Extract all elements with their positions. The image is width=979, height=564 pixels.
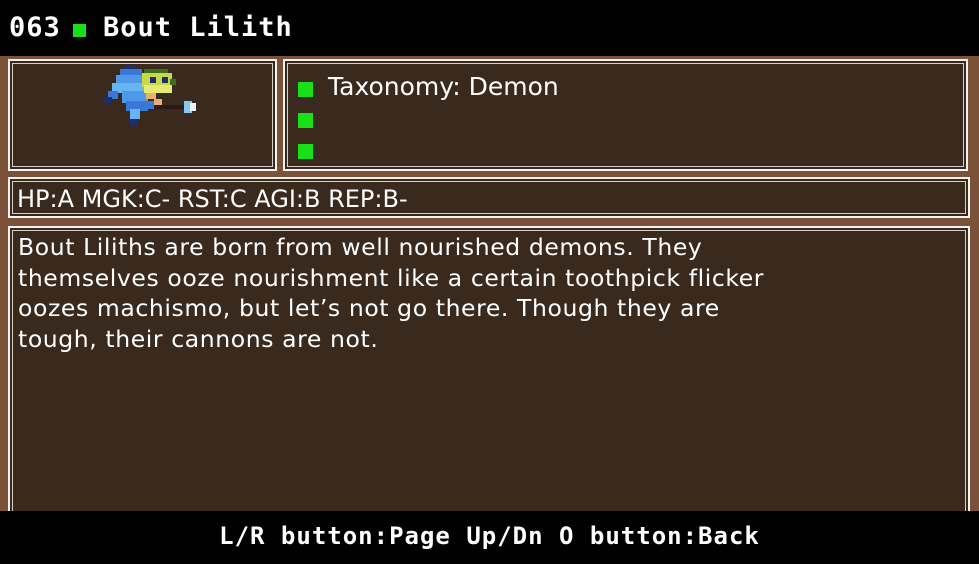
title-bar: 063 Bout Lilith [0, 0, 979, 56]
taxonomy-label: Taxonomy: Demon [328, 72, 559, 101]
sprite-panel [8, 59, 277, 171]
description-line: tough, their cannons are not. [18, 324, 379, 353]
bullet-square-icon [298, 113, 313, 128]
description-line: Bout Liliths are born from well nourishe… [18, 233, 703, 261]
description-line: oozes machismo, but let’s not go there. … [18, 294, 720, 322]
description-line: themselves ooze nourishment like a certa… [18, 263, 765, 292]
stats-panel: HP:A MGK:C- RST:C AGI:B REP:B- [8, 177, 970, 218]
bullet-square-icon [298, 82, 313, 97]
green-square-icon [73, 24, 86, 37]
controls-bar: L/R button:Page Up/Dn O button:Back [0, 511, 979, 564]
bullet-square-icon [298, 144, 313, 159]
stats-text: HP:A MGK:C- RST:C AGI:B REP:B- [17, 185, 408, 213]
description-text: Bout Liliths are born from well nourishe… [18, 232, 958, 354]
monster-name: Bout Lilith [103, 12, 293, 43]
bestiary-board: Taxonomy: Demon HP:A MGK:C- RST:C AGI:B … [0, 56, 979, 562]
controls-hint: L/R button:Page Up/Dn O button:Back [219, 522, 760, 550]
entry-number: 063 [9, 12, 61, 43]
bout-lilith-sprite-icon [104, 65, 196, 125]
taxonomy-panel: Taxonomy: Demon [283, 59, 968, 171]
